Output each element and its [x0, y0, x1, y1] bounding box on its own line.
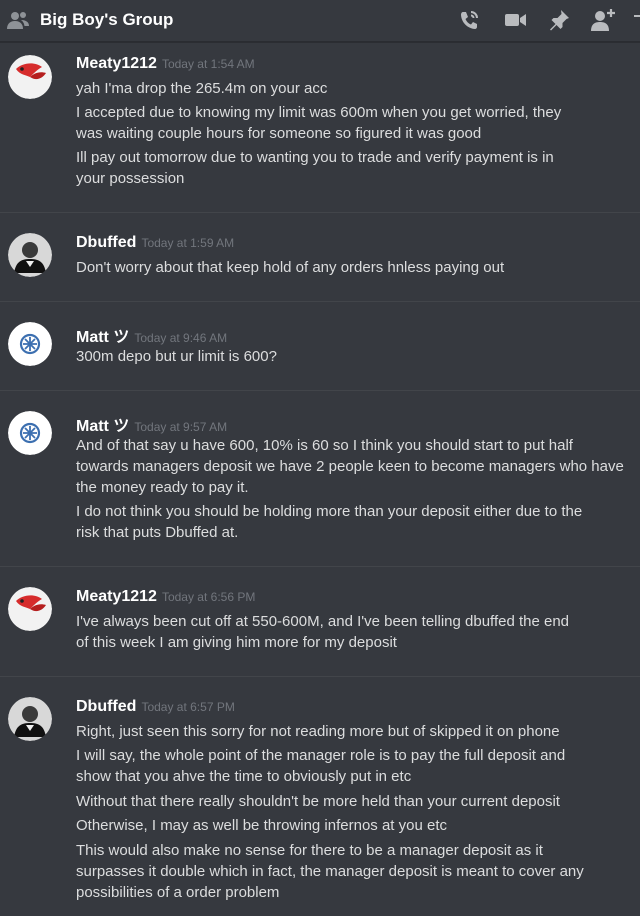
author-name[interactable]: Matt ツ — [76, 418, 129, 435]
call-icon[interactable] — [456, 7, 482, 33]
avatar[interactable] — [8, 697, 52, 741]
blue-emblem-avatar-icon — [8, 411, 52, 455]
message-line: I will say, the whole point of the manag… — [76, 747, 566, 764]
message-line: your possession — [76, 170, 185, 187]
avatar[interactable] — [8, 587, 52, 631]
message-line: was waiting couple hours for someone so … — [76, 125, 482, 142]
message-header: Meaty1212 Today at 6:56 PM — [76, 588, 255, 606]
author-name[interactable]: Matt ツ — [76, 329, 129, 346]
message-line: 300m depo but ur limit is 600? — [76, 348, 277, 365]
channel-title: Big Boy's Group — [40, 10, 174, 29]
message-header: Matt ツ Today at 9:57 AM — [76, 412, 227, 436]
timestamp: Today at 1:59 AM — [141, 236, 235, 250]
message-header: Meaty1212 Today at 1:54 AM — [76, 55, 255, 73]
channel-header: Big Boy's Group — [0, 0, 640, 42]
red-bird-avatar-icon — [8, 587, 52, 631]
message-line: Otherwise, I may as well be throwing inf… — [76, 817, 448, 834]
message-header: Dbuffed Today at 6:57 PM — [76, 698, 235, 716]
message-line: risk that puts Dbuffed at. — [76, 524, 239, 541]
timestamp: Today at 6:56 PM — [161, 590, 256, 604]
message-line: of this week I am giving him more for my… — [76, 634, 397, 651]
message-line: Right, just seen this sorry for not read… — [76, 723, 560, 740]
avatar[interactable] — [8, 411, 52, 455]
message-divider — [0, 390, 640, 391]
message-divider — [0, 212, 640, 213]
message-divider — [0, 301, 640, 302]
author-name[interactable]: Dbuffed — [76, 234, 136, 251]
message-line: Don't worry about that keep hold of any … — [76, 259, 505, 276]
author-name[interactable]: Dbuffed — [76, 698, 136, 715]
overflow-edge-icon — [634, 15, 640, 17]
message-line: I accepted due to knowing my limit was 6… — [76, 104, 562, 121]
message-line: I've always been cut off at 550-600M, an… — [76, 613, 570, 630]
blue-emblem-avatar-icon — [8, 322, 52, 366]
timestamp: Today at 9:46 AM — [134, 331, 228, 345]
avatar[interactable] — [8, 322, 52, 366]
message-line: possibilities of a order problem — [76, 884, 280, 901]
message-header: Dbuffed Today at 1:59 AM — [76, 234, 234, 252]
message-line: This would also make no sense for there … — [76, 842, 543, 859]
message-list: Meaty1212 Today at 1:54 AM yah I'ma drop … — [0, 43, 640, 916]
red-bird-avatar-icon — [8, 55, 52, 99]
dark-portrait-avatar-icon — [8, 233, 52, 277]
timestamp: Today at 1:54 AM — [161, 57, 255, 71]
pin-icon[interactable] — [546, 7, 572, 33]
message-header: Matt ツ Today at 9:46 AM — [76, 323, 227, 347]
message-line: surpasses it double which in fact, the m… — [76, 863, 584, 880]
avatar[interactable] — [8, 55, 52, 99]
message-line: I do not think you should be holding mor… — [76, 503, 583, 520]
timestamp: Today at 9:57 AM — [134, 420, 228, 434]
message-line: Without that there really shouldn't be m… — [76, 793, 560, 810]
message-line: yah I'ma drop the 265.4m on your acc — [76, 80, 328, 97]
message-line: Ill pay out tomorrow due to wanting you … — [76, 149, 554, 166]
message-line: show that you ahve the time to obviously… — [76, 768, 412, 785]
message-divider — [0, 676, 640, 677]
add-member-icon[interactable] — [590, 7, 616, 33]
message-divider — [0, 566, 640, 567]
message-line: towards managers deposit we have 2 peopl… — [76, 458, 624, 475]
author-name[interactable]: Meaty1212 — [76, 55, 157, 72]
dark-portrait-avatar-icon — [8, 697, 52, 741]
group-dm-icon — [7, 12, 29, 29]
timestamp: Today at 6:57 PM — [141, 700, 235, 714]
message-line: And of that say u have 600, 10% is 60 so… — [76, 437, 573, 454]
message-line: the money ready to pay it. — [76, 479, 249, 496]
avatar[interactable] — [8, 233, 52, 277]
video-icon[interactable] — [502, 7, 528, 33]
author-name[interactable]: Meaty1212 — [76, 588, 157, 605]
